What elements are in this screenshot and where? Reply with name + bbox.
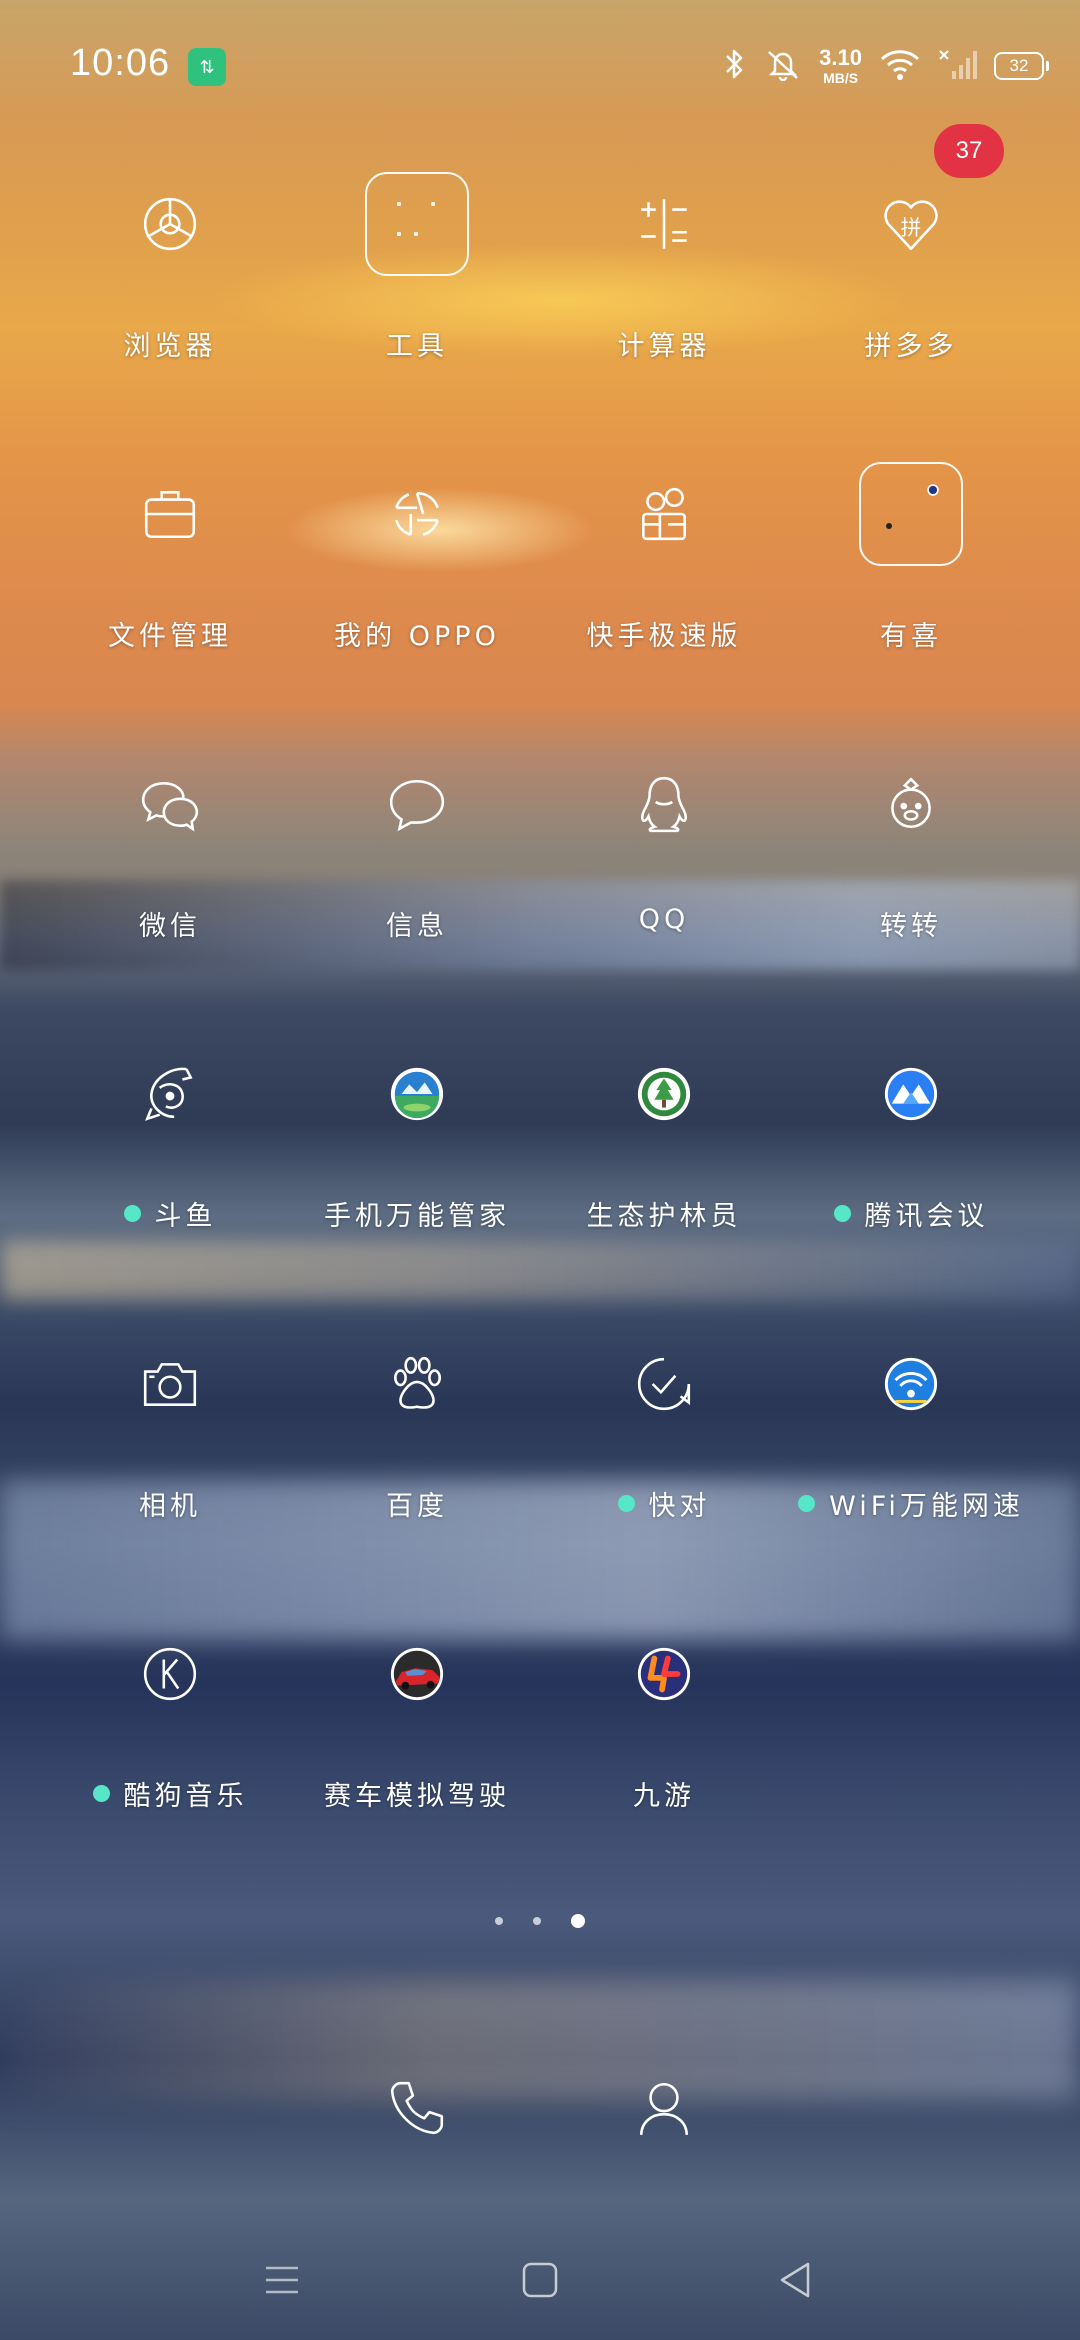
app-label: 相机 (139, 1491, 201, 1522)
calculator-icon (612, 172, 716, 276)
app-racing[interactable]: 赛车模拟驾驶 (282, 1610, 552, 1900)
app-label: QQ (638, 904, 690, 935)
app-label: 计算器 (617, 331, 711, 362)
back-icon (780, 2262, 810, 2298)
app-label: 转转 (880, 911, 942, 942)
app-kuaidui[interactable]: 快对 (529, 1320, 799, 1610)
app-label: 微信 (139, 911, 201, 942)
signal-icon (938, 47, 978, 85)
racing-car-icon (365, 1622, 469, 1726)
bluetooth-icon (721, 47, 747, 85)
app-label: 拼多多 (864, 331, 958, 362)
app-label: 快手极速版 (586, 621, 742, 652)
page-dot-active[interactable] (571, 1914, 585, 1928)
app-label: 腾讯会议 (833, 1194, 989, 1233)
phone-manager-icon (365, 1042, 469, 1146)
app-label: 有喜 (880, 621, 942, 652)
message-icon (365, 752, 469, 856)
navigation-bar (0, 2234, 1080, 2324)
app-zhuanzhuan[interactable]: 转转 (776, 740, 1046, 1030)
app-label: 斗鱼 (123, 1194, 217, 1233)
home-icon (522, 2262, 558, 2298)
browser-icon (118, 172, 222, 276)
app-browser[interactable]: 浏览器 (35, 160, 305, 450)
app-kugou[interactable]: 酷狗音乐 (35, 1610, 305, 1900)
app-label: WiFi万能网速 (798, 1484, 1024, 1523)
app-folder-tools[interactable]: 工具 (282, 160, 552, 450)
app-phone-manager[interactable]: 手机万能管家 (282, 1030, 552, 1320)
new-badge-dot (798, 1495, 816, 1512)
camera-icon (118, 1332, 222, 1436)
app-label: 百度 (386, 1491, 448, 1522)
app-label: 酷狗音乐 (92, 1774, 248, 1813)
app-label: 九游 (633, 1781, 695, 1812)
jiuyou-icon (612, 1622, 716, 1726)
app-label: 快对 (617, 1484, 711, 1523)
kugou-icon (118, 1622, 222, 1726)
folder-icon (365, 172, 469, 276)
contacts-icon (612, 2058, 716, 2158)
status-time: 10:06 (70, 42, 171, 84)
new-badge-dot (92, 1785, 110, 1802)
app-label: 信息 (386, 911, 448, 942)
svg-text:拼: 拼 (901, 215, 922, 239)
app-label: 工具 (386, 331, 448, 362)
oppo-aperture-icon (365, 462, 469, 566)
network-speed: 3.10 MB/S (819, 45, 862, 86)
tencent-meeting-icon (859, 1042, 963, 1146)
dock-phone[interactable] (282, 2058, 552, 2158)
status-bar: 10:06 ⇅ 3.10 MB/S 32 (0, 0, 1080, 130)
app-camera[interactable]: 相机 (35, 1320, 305, 1610)
app-label: 手机万能管家 (324, 1201, 510, 1232)
new-badge-dot (123, 1205, 141, 1222)
folder-icon (859, 462, 963, 566)
app-label: 赛车模拟驾驶 (324, 1781, 510, 1812)
baidu-paw-icon (365, 1332, 469, 1436)
page-indicator (0, 1914, 1080, 1928)
app-wechat[interactable]: 微信 (35, 740, 305, 1030)
wifi-icon (878, 47, 922, 85)
briefcase-icon (118, 462, 222, 566)
douyu-icon (118, 1042, 222, 1146)
app-baidu[interactable]: 百度 (282, 1320, 552, 1610)
menu-icon (266, 2266, 298, 2294)
app-douyu[interactable]: 斗鱼 (35, 1030, 305, 1320)
app-label: 浏览器 (123, 331, 217, 362)
silent-bell-icon (763, 47, 803, 85)
data-saver-icon: ⇅ (188, 48, 226, 86)
dock-contacts[interactable] (529, 2058, 799, 2158)
app-label: 生态护林员 (586, 1201, 742, 1232)
battery-icon: 32 (994, 52, 1049, 80)
pinduoduo-icon: 拼 (859, 172, 963, 276)
qq-penguin-icon (612, 752, 716, 856)
app-qq[interactable]: QQ (529, 740, 799, 1030)
app-messages[interactable]: 信息 (282, 740, 552, 1030)
home-button[interactable] (510, 2252, 570, 2308)
new-badge-dot (833, 1205, 851, 1222)
phone-icon (365, 2058, 469, 2158)
app-folder-youxi[interactable]: 有喜 (776, 450, 1046, 740)
app-forest-ranger[interactable]: 生态护林员 (529, 1030, 799, 1320)
app-calculator[interactable]: 计算器 (529, 160, 799, 450)
app-kuaishou[interactable]: 快手极速版 (529, 450, 799, 740)
page-dot[interactable] (533, 1917, 541, 1925)
new-badge-dot (617, 1495, 635, 1512)
menu-button[interactable] (252, 2252, 312, 2308)
app-wifi-speed[interactable]: WiFi万能网速 (776, 1320, 1046, 1610)
app-my-oppo[interactable]: 我的 OPPO (282, 450, 552, 740)
wechat-icon (118, 752, 222, 856)
kuaidui-check-icon (612, 1332, 716, 1436)
kuaishou-icon (612, 462, 716, 566)
app-pinduoduo[interactable]: 拼 拼多多 (776, 160, 1046, 450)
app-file-manager[interactable]: 文件管理 (35, 450, 305, 740)
page-dot[interactable] (495, 1917, 503, 1925)
app-label: 文件管理 (108, 621, 232, 652)
zhuanzhuan-icon (859, 752, 963, 856)
wifi-speed-icon (859, 1332, 963, 1436)
app-label: 我的 OPPO (334, 621, 500, 652)
forest-ranger-icon (612, 1042, 716, 1146)
app-jiuyou[interactable]: 九游 (529, 1610, 799, 1900)
app-tencent-meeting[interactable]: 腾讯会议 (776, 1030, 1046, 1320)
back-button[interactable] (766, 2252, 826, 2308)
